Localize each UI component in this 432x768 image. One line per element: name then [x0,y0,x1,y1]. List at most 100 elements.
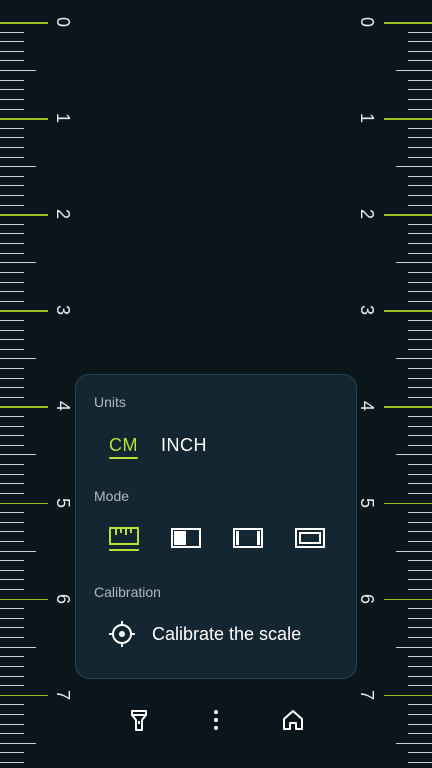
ruler-tick [0,521,24,523]
ruler-tick [0,560,24,562]
ruler-tick [0,137,24,139]
ruler-tick [0,300,24,302]
ruler-tick [0,252,24,254]
ruler-tick [0,713,24,715]
ruler-tick [0,608,24,610]
unit-inch-button[interactable]: INCH [161,435,207,456]
calibrate-scale-button[interactable]: Calibrate the scale [106,618,336,650]
ruler-tick [408,685,432,687]
ruler-tick [408,762,432,763]
ruler-tick [0,281,24,283]
ruler-number: 4 [53,401,73,412]
ruler-tick [408,444,432,446]
ruler-tick [0,550,36,552]
crosshair-icon [109,621,135,647]
ruler-tick [0,166,36,168]
ruler-tick [0,60,24,62]
mode-full-frame-button[interactable] [295,528,325,548]
ruler-tick [0,627,24,629]
ruler-tick [0,569,24,571]
ruler-tick [408,675,432,677]
home-button[interactable] [279,706,307,734]
ruler-tick [408,204,432,206]
mode-ruler-button[interactable] [108,525,140,553]
ruler-tick [0,492,24,494]
ruler-number: 4 [357,401,377,412]
ruler-tick [408,368,432,369]
ruler-tick [408,387,432,389]
ruler-major-tick [384,406,432,408]
ruler-number: 7 [53,689,73,700]
ruler-tick [408,108,432,110]
ruler-tick [0,377,24,379]
ruler-tick [408,300,432,302]
more-options-button[interactable] [202,706,230,734]
ruler-tick [408,89,432,91]
ruler-major-tick [384,214,432,216]
ruler-tick [408,271,432,273]
ruler-tick [396,358,432,360]
ruler-tick [0,454,36,456]
ruler-tick [408,252,432,254]
ruler-tick [0,617,24,619]
ruler-tick [0,425,24,427]
left-half-icon [171,528,201,548]
ruler-tick [0,70,36,71]
ruler-tick [0,637,24,638]
ruler-tick [408,713,432,715]
ruler-tick [0,108,24,110]
ruler-tick [408,665,432,667]
ruler-tick [0,416,24,417]
ruler-major-tick [0,214,48,216]
ruler-major-tick [0,310,48,312]
ruler-tick [0,589,24,590]
ruler-major-tick [0,22,48,24]
ruler-tick [396,646,432,648]
mode-left-half-button[interactable] [171,528,201,548]
ruler-tick [408,492,432,494]
ruler-tick [408,243,432,244]
ruler-tick [0,233,24,235]
ruler-major-tick [0,598,48,601]
ruler-tick [408,195,432,196]
ruler-tick [408,617,432,619]
ruler-icon [109,527,139,551]
ruler-tick [408,540,432,542]
ruler-tick [408,733,432,735]
ruler-major-tick [0,694,48,697]
ruler-major-tick [384,502,432,504]
ruler-major-tick [0,406,48,408]
ruler-major-tick [384,694,432,697]
ruler-tick [0,387,24,389]
mode-section-label: Mode [94,488,130,504]
ruler-major-tick [384,118,432,120]
unit-cm-button[interactable]: CM [109,435,138,456]
ruler-tick [408,339,432,341]
ruler-tick [396,70,432,71]
ruler-tick [408,175,432,177]
ruler-tick [0,646,36,648]
ruler-tick [0,742,36,744]
ruler-number: 2 [53,209,73,220]
ruler-tick [0,243,24,244]
ruler-tick [408,656,432,658]
ruler-tick [408,223,432,225]
ruler-tick [0,262,36,264]
ruler-tick [408,531,432,533]
ruler-tick [0,512,24,514]
ruler-tick [0,435,24,437]
ruler-tick [0,685,24,687]
ruler-tick [408,579,432,581]
ruler-tick [0,483,24,485]
ruler-tick [408,435,432,437]
flashlight-button[interactable] [125,706,153,734]
ruler-tick [408,98,432,100]
ruler-tick [408,60,432,62]
ruler-tick [0,579,24,581]
ruler-tick [0,98,24,100]
ruler-tick [408,281,432,283]
ruler-number: 3 [357,305,377,316]
ruler-tick [408,704,432,706]
ruler-tick [408,723,432,725]
mode-center-button[interactable] [233,528,263,548]
